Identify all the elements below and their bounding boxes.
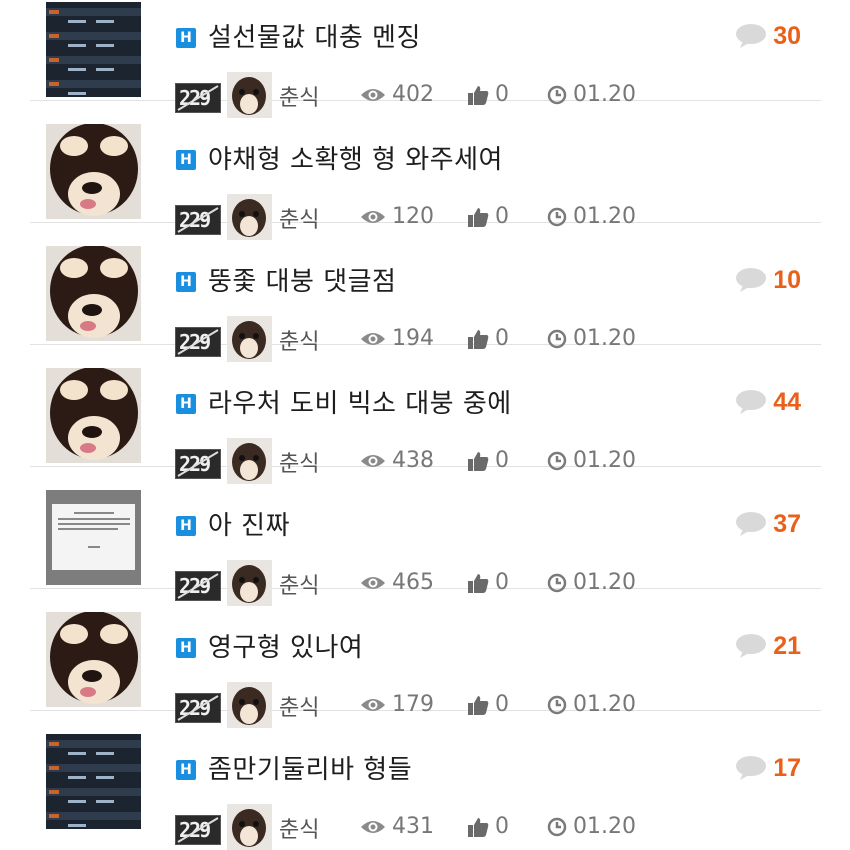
- post-thumbnail[interactable]: [46, 246, 141, 341]
- list-item[interactable]: H 야채형 소확행 형 와주세여 229 춘식 120 0 01.20: [30, 102, 821, 240]
- eye-icon: [361, 210, 385, 223]
- post-title[interactable]: 뚱좇 대붕 댓글점: [208, 261, 396, 298]
- post-title[interactable]: 설선물값 대충 멘징: [208, 17, 421, 54]
- speech-bubble-icon: [736, 512, 767, 536]
- comment-count[interactable]: 37: [735, 508, 801, 540]
- like-count[interactable]: 0: [467, 814, 509, 839]
- speech-bubble-icon: [736, 390, 767, 414]
- comment-count-value: 21: [773, 631, 801, 660]
- view-count: 431: [360, 814, 434, 839]
- post-date-value: 01.20: [573, 814, 636, 839]
- list-item[interactable]: H 설선물값 대충 멘징 30 229 춘식 402 0 01.20: [30, 0, 821, 118]
- clock-icon: [547, 817, 567, 836]
- speech-bubble-icon: [736, 756, 767, 780]
- comment-count[interactable]: 44: [735, 386, 801, 418]
- post-thumbnail[interactable]: [46, 734, 141, 829]
- hot-badge-icon: H: [176, 638, 196, 658]
- hot-badge-icon: H: [176, 394, 196, 414]
- comment-count[interactable]: 21: [735, 630, 801, 662]
- list-item[interactable]: H 영구형 있나여 21 229 춘식 179 0 01.20: [30, 590, 821, 728]
- comment-count-value: 37: [773, 509, 801, 538]
- eye-icon: [361, 88, 385, 101]
- speech-bubble-icon: [736, 268, 767, 292]
- comment-count[interactable]: 17: [735, 752, 801, 784]
- list-item[interactable]: H 아 진짜 37 229 춘식 465 0 01.20: [30, 468, 821, 606]
- post-thumbnail[interactable]: [46, 490, 141, 585]
- author-name[interactable]: 춘식: [279, 812, 319, 844]
- post-thumbnail[interactable]: [46, 2, 141, 97]
- post-title[interactable]: 영구형 있나여: [208, 627, 363, 664]
- thumbs-up-icon: [468, 817, 489, 837]
- post-title[interactable]: 아 진짜: [208, 505, 290, 542]
- post-meta: 229 춘식 431 0 01.20: [175, 804, 815, 850]
- comment-count-value: 17: [773, 753, 801, 782]
- post-title[interactable]: 야채형 소확행 형 와주세여: [208, 139, 503, 176]
- like-count-value: 0: [495, 814, 509, 839]
- comment-count-value: 10: [773, 265, 801, 294]
- list-item[interactable]: H 좀만기둘리바 형들 17 229 춘식 431 0 01.20: [30, 712, 821, 850]
- post-title[interactable]: 라우처 도비 빅소 대붕 중에: [208, 383, 512, 420]
- hot-badge-icon: H: [176, 760, 196, 780]
- eye-icon: [361, 698, 385, 711]
- post-title[interactable]: 좀만기둘리바 형들: [208, 749, 412, 786]
- list-item[interactable]: H 라우처 도비 빅소 대붕 중에 44 229 춘식 438 0 01.20: [30, 346, 821, 484]
- post-thumbnail[interactable]: [46, 612, 141, 707]
- eye-icon: [361, 576, 385, 589]
- post-thumbnail[interactable]: [46, 124, 141, 219]
- speech-bubble-icon: [736, 634, 767, 658]
- comment-count[interactable]: 10: [735, 264, 801, 296]
- level-badge: 229: [175, 815, 221, 845]
- hot-badge-icon: H: [176, 516, 196, 536]
- list-item[interactable]: H 뚱좇 대붕 댓글점 10 229 춘식 194 0 01.20: [30, 224, 821, 362]
- eye-icon: [361, 820, 385, 833]
- view-count-value: 431: [392, 814, 434, 839]
- eye-icon: [361, 332, 385, 345]
- hot-badge-icon: H: [176, 28, 196, 48]
- comment-count[interactable]: 30: [735, 20, 801, 52]
- eye-icon: [361, 454, 385, 467]
- hot-badge-icon: H: [176, 272, 196, 292]
- avatar[interactable]: [227, 804, 272, 850]
- comment-count-value: 44: [773, 387, 801, 416]
- post-thumbnail[interactable]: [46, 368, 141, 463]
- speech-bubble-icon: [736, 24, 767, 48]
- hot-badge-icon: H: [176, 150, 196, 170]
- post-date: 01.20: [547, 814, 636, 839]
- comment-count-value: 30: [773, 21, 801, 50]
